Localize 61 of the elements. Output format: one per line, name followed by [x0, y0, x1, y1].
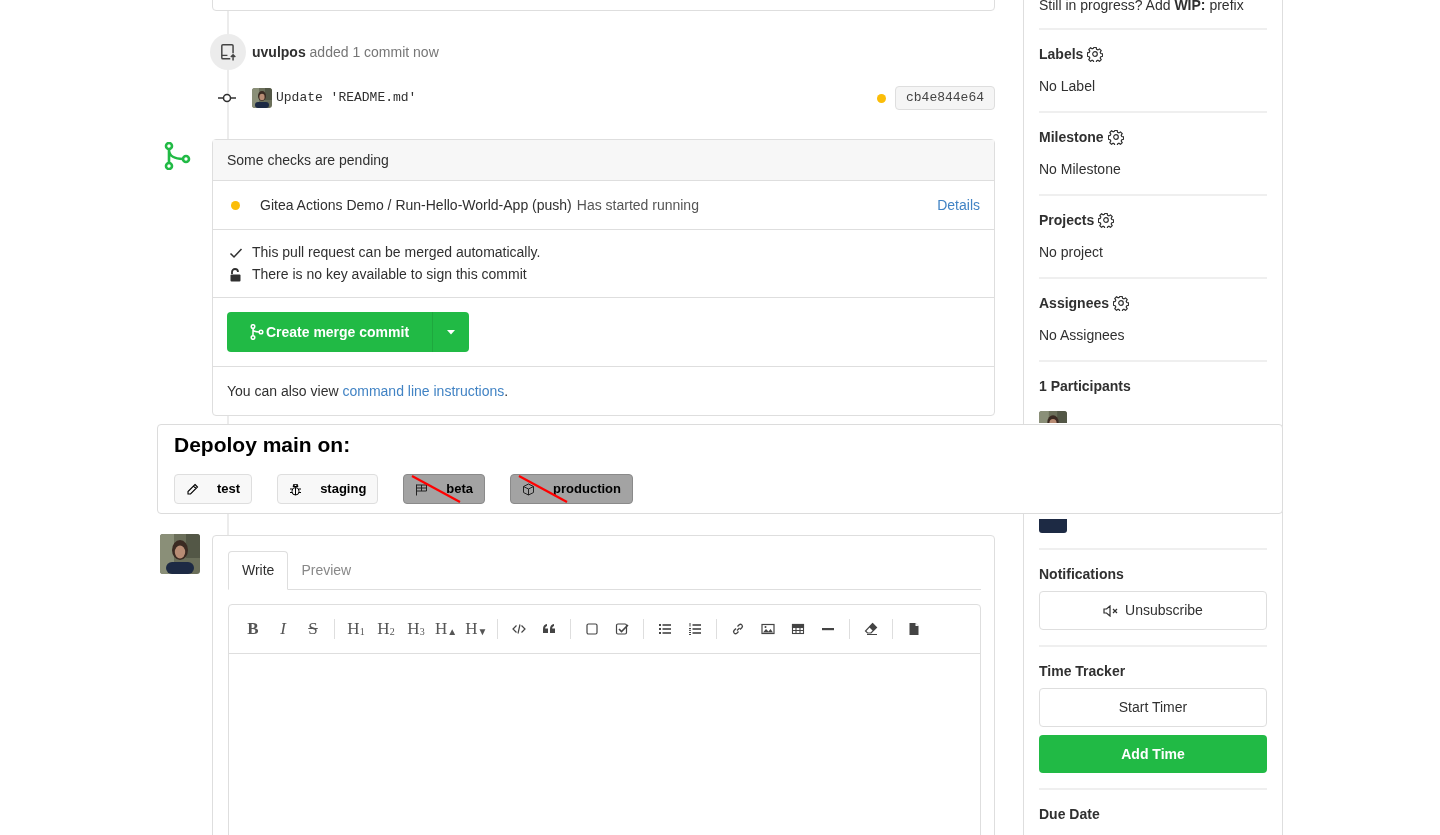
- timeline-event-text: uvulpos added 1 commit now: [252, 42, 439, 62]
- merge-panel-header: Some checks are pending: [227, 150, 389, 170]
- eraser-icon[interactable]: [864, 622, 879, 636]
- commit-message[interactable]: Update 'README.md': [276, 88, 417, 108]
- section-value: No Milestone: [1039, 159, 1121, 179]
- check-status-text: Has started running: [576, 195, 699, 215]
- checked-box-icon[interactable]: [615, 622, 630, 636]
- code-icon[interactable]: [512, 622, 527, 636]
- caret-icon: [447, 329, 455, 335]
- muted-speaker-icon: [1103, 604, 1120, 617]
- bug-icon: [289, 482, 303, 496]
- unlocked-padlock-icon: [229, 267, 243, 282]
- merge-icon: [164, 142, 192, 170]
- section-value: No Label: [1039, 76, 1096, 96]
- bulleted-list-icon[interactable]: [658, 622, 673, 636]
- check-name: Gitea Actions Demo / Run-Hello-World-App (push): [260, 195, 572, 215]
- settings-icon[interactable]: [1113, 295, 1130, 311]
- merge-note: There is no key available to sign this commit: [252, 265, 527, 284]
- section-heading: Milestone: [1039, 127, 1104, 147]
- pencil-icon: [186, 482, 199, 496]
- bold-button[interactable]: B: [238, 615, 268, 643]
- details-link[interactable]: Details: [937, 194, 980, 216]
- section-value: No Assignees: [1039, 325, 1125, 345]
- merge-instructions-text: You can also view command line instructions.: [227, 381, 509, 401]
- settings-icon[interactable]: [1107, 129, 1124, 145]
- quote-icon[interactable]: [542, 622, 557, 636]
- user-avatar[interactable]: [160, 534, 200, 574]
- section-heading: 1 Participants: [1039, 376, 1131, 396]
- document-icon[interactable]: [907, 622, 922, 636]
- settings-icon[interactable]: [1087, 46, 1104, 62]
- merge-icon: [249, 324, 264, 340]
- section-heading: Due Date: [1039, 804, 1100, 824]
- section-heading: Time Tracker: [1039, 661, 1126, 681]
- commit-sha[interactable]: cb4e844e64: [895, 86, 995, 110]
- user-avatar[interactable]: [1039, 411, 1067, 423]
- cube-icon: [522, 482, 536, 496]
- strikethrough-button[interactable]: S: [298, 615, 328, 643]
- checkbox-icon[interactable]: [585, 622, 600, 636]
- deploy-target-button[interactable]: test: [174, 474, 253, 504]
- link-icon[interactable]: [731, 622, 746, 636]
- flag-icon: [415, 482, 429, 496]
- user-avatar[interactable]: [252, 88, 272, 108]
- image-icon[interactable]: [761, 622, 776, 636]
- commit-icon: [218, 93, 236, 103]
- merge-note: This pull request can be merged automatically.: [252, 243, 541, 262]
- wip-hint: Still in progress? Add WIP: prefix: [1039, 0, 1245, 15]
- editor-tab[interactable]: Write: [228, 551, 289, 590]
- deploy-target-button[interactable]: staging: [277, 474, 379, 504]
- editor-tab[interactable]: Preview: [288, 551, 365, 590]
- start-timer-button[interactable]: Start Timer: [1039, 688, 1267, 727]
- section-heading: Labels: [1039, 44, 1084, 64]
- table-icon[interactable]: [791, 622, 806, 636]
- numbered-list-icon[interactable]: [688, 622, 703, 636]
- italic-button[interactable]: I: [268, 615, 298, 643]
- section-heading: Projects: [1039, 210, 1095, 230]
- settings-icon[interactable]: [1098, 212, 1115, 228]
- deploy-title: Depoloy main on:: [174, 432, 352, 458]
- section-heading: Assignees: [1039, 293, 1110, 313]
- unsubscribe-button[interactable]: Unsubscribe: [1039, 591, 1267, 630]
- section-value: No project: [1039, 242, 1103, 262]
- section-heading: Notifications: [1039, 564, 1124, 584]
